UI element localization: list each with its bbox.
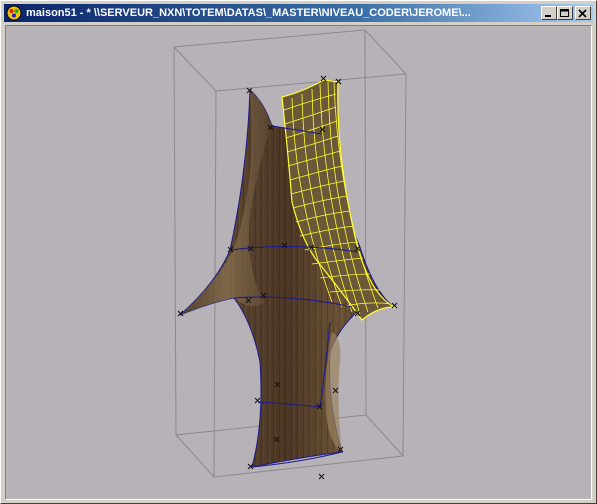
close-button[interactable]: [575, 6, 591, 20]
scene-canvas[interactable]: [6, 26, 591, 499]
application-window: maison51 - * \\SERVEUR_NXN\TOTEM\DATAS\_…: [0, 0, 597, 504]
title-bar[interactable]: maison51 - * \\SERVEUR_NXN\TOTEM\DATAS\_…: [4, 4, 593, 22]
maximize-icon: [560, 8, 569, 17]
3d-viewport[interactable]: [5, 25, 592, 500]
maximize-button[interactable]: [557, 6, 573, 20]
app-icon: [6, 5, 22, 21]
minimize-icon: [545, 14, 551, 17]
window-title: maison51 - * \\SERVEUR_NXN\TOTEM\DATAS\_…: [26, 7, 471, 19]
close-icon: [578, 8, 587, 18]
minimize-button[interactable]: [541, 6, 557, 20]
totem-model[interactable]: [177, 75, 398, 480]
